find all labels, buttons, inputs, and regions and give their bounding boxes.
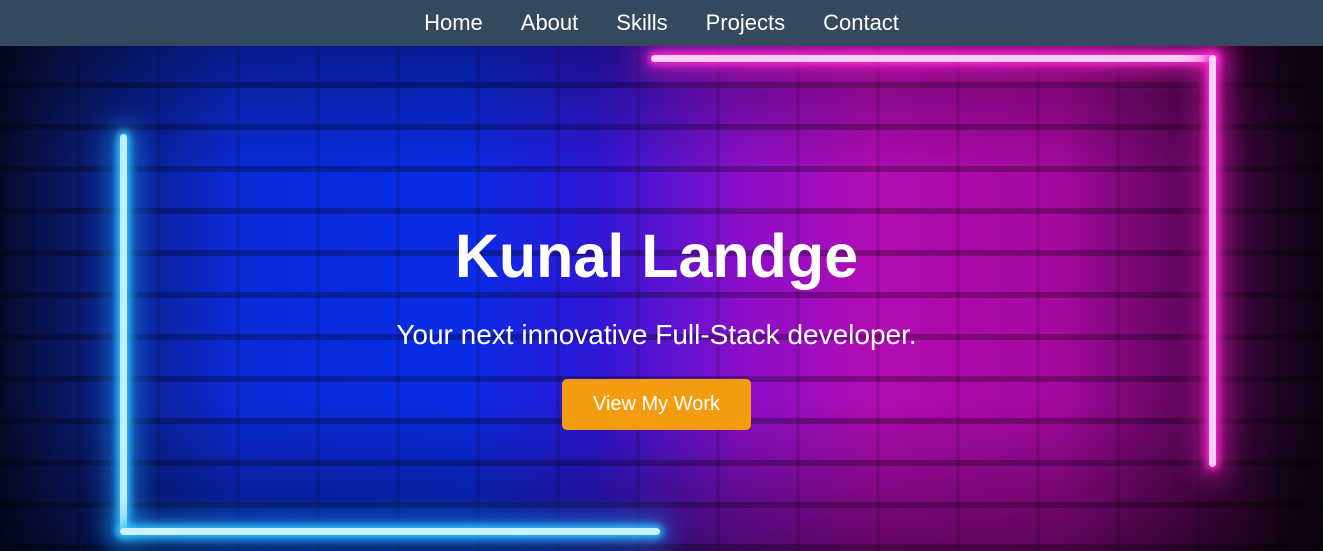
hero-content: Kunal Landge Your next innovative Full-S… — [0, 46, 1313, 551]
nav-link-contact[interactable]: Contact — [823, 3, 899, 43]
nav-link-about[interactable]: About — [521, 3, 579, 43]
nav-link-skills[interactable]: Skills — [616, 3, 667, 43]
hero-title: Kunal Landge — [454, 222, 859, 290]
nav-link-projects[interactable]: Projects — [706, 3, 785, 43]
nav-link-home[interactable]: Home — [424, 3, 483, 43]
hero-subtitle: Your next innovative Full-Stack develope… — [396, 319, 917, 350]
hero-section: Kunal Landge Your next innovative Full-S… — [0, 46, 1323, 551]
view-my-work-button[interactable]: View My Work — [562, 379, 751, 430]
top-navbar: Home About Skills Projects Contact — [0, 0, 1323, 46]
